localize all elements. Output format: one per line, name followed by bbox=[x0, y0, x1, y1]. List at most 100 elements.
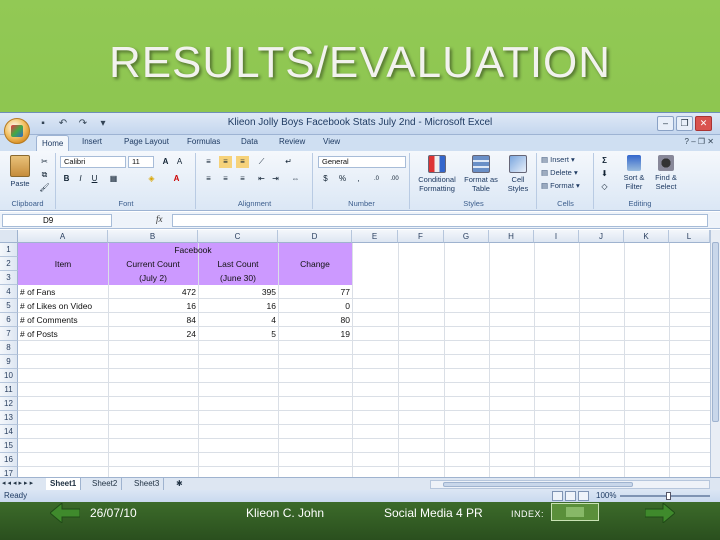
row-header[interactable]: 9 bbox=[0, 355, 18, 369]
tab-formulas[interactable]: Formulas bbox=[187, 137, 220, 146]
table-cell-last[interactable]: 395 bbox=[198, 285, 276, 299]
align-center-icon[interactable]: ≡ bbox=[219, 173, 232, 185]
table-cell-change[interactable]: 77 bbox=[278, 285, 350, 299]
increase-indent-icon[interactable]: ⇥ bbox=[269, 173, 282, 185]
format-cells-button[interactable]: ▤ Format ▾ bbox=[541, 181, 580, 190]
insert-sheet-icon[interactable]: ✱ bbox=[172, 478, 187, 490]
column-header[interactable]: A bbox=[18, 230, 108, 243]
table-cell-item[interactable]: # of Comments bbox=[20, 313, 108, 327]
column-header[interactable]: L bbox=[669, 230, 710, 243]
zoom-slider-knob[interactable] bbox=[666, 492, 671, 500]
spreadsheet-grid[interactable]: A B C D E F G H I J K L 1 2 3 4 5 6 7 8 … bbox=[0, 230, 710, 477]
normal-view-icon[interactable] bbox=[552, 491, 563, 501]
font-color-icon[interactable]: A bbox=[170, 173, 183, 185]
font-family-select[interactable]: Calibri bbox=[60, 156, 126, 168]
row-header[interactable]: 5 bbox=[0, 299, 18, 313]
table-cell-change[interactable]: 80 bbox=[278, 313, 350, 327]
fill-icon[interactable]: ⬇ bbox=[598, 168, 611, 180]
table-cell-last[interactable]: 5 bbox=[198, 327, 276, 341]
tab-view[interactable]: View bbox=[323, 137, 340, 146]
sheet-nav-arrows-icon[interactable]: ◂◂◂▸▸▸ bbox=[2, 479, 35, 487]
increase-decimal-icon[interactable]: .0 bbox=[370, 173, 383, 185]
format-painter-icon[interactable]: 🖌 bbox=[38, 182, 51, 194]
back-arrow-icon[interactable] bbox=[50, 503, 80, 523]
sort-filter-button[interactable]: Sort & Filter bbox=[619, 155, 649, 191]
row-header[interactable]: 12 bbox=[0, 397, 18, 411]
paste-button[interactable]: Paste bbox=[6, 155, 34, 188]
percent-icon[interactable]: % bbox=[336, 173, 349, 185]
tab-insert[interactable]: Insert bbox=[82, 137, 102, 146]
select-all-corner[interactable] bbox=[0, 230, 18, 243]
forward-arrow-icon[interactable] bbox=[645, 503, 675, 523]
insert-cells-button[interactable]: ▤ Insert ▾ bbox=[541, 155, 575, 164]
column-header[interactable]: K bbox=[624, 230, 669, 243]
table-cell-item[interactable]: # of Fans bbox=[20, 285, 108, 299]
horizontal-scrollbar[interactable] bbox=[430, 480, 710, 489]
merge-center-icon[interactable]: ⇔ bbox=[289, 173, 302, 185]
font-size-select[interactable]: 11 bbox=[128, 156, 154, 168]
row-header[interactable]: 13 bbox=[0, 411, 18, 425]
restore-icon[interactable]: ❐ bbox=[676, 116, 693, 131]
table-cell-item[interactable]: # of Posts bbox=[20, 327, 108, 341]
row-header[interactable]: 2 bbox=[0, 257, 18, 271]
row-header[interactable]: 15 bbox=[0, 439, 18, 453]
column-header[interactable]: J bbox=[579, 230, 624, 243]
column-header[interactable]: E bbox=[352, 230, 398, 243]
column-header[interactable]: C bbox=[198, 230, 278, 243]
scroll-thumb[interactable] bbox=[443, 482, 633, 487]
table-cell-change[interactable]: 0 bbox=[278, 299, 350, 313]
table-cell-current[interactable]: 472 bbox=[108, 285, 196, 299]
row-header[interactable]: 6 bbox=[0, 313, 18, 327]
row-header[interactable]: 17 bbox=[0, 467, 18, 477]
italic-icon[interactable]: I bbox=[74, 173, 87, 185]
insert-function-icon[interactable]: fx bbox=[156, 214, 163, 224]
zoom-level[interactable]: 100% bbox=[596, 491, 616, 500]
format-as-table-button[interactable]: Format as Table bbox=[463, 155, 499, 193]
tab-page-layout[interactable]: Page Layout bbox=[124, 137, 169, 146]
column-header[interactable]: H bbox=[489, 230, 534, 243]
orientation-icon[interactable]: ⟋ bbox=[255, 156, 268, 168]
delete-cells-button[interactable]: ▤ Delete ▾ bbox=[541, 168, 578, 177]
row-header[interactable]: 14 bbox=[0, 425, 18, 439]
column-header[interactable]: B bbox=[108, 230, 198, 243]
row-header[interactable]: 11 bbox=[0, 383, 18, 397]
row-header[interactable]: 16 bbox=[0, 453, 18, 467]
column-header[interactable]: I bbox=[534, 230, 579, 243]
conditional-formatting-button[interactable]: Conditional Formatting bbox=[413, 155, 461, 193]
align-right-icon[interactable]: ≡ bbox=[236, 173, 249, 185]
find-select-button[interactable]: Find & Select bbox=[650, 155, 682, 191]
office-button[interactable] bbox=[4, 118, 30, 144]
table-cell-current[interactable]: 84 bbox=[108, 313, 196, 327]
copy-icon[interactable]: ⧉ bbox=[38, 169, 51, 181]
column-header[interactable]: G bbox=[444, 230, 489, 243]
currency-icon[interactable]: $ bbox=[319, 173, 332, 185]
row-header[interactable]: 4 bbox=[0, 285, 18, 299]
ribbon-window-controls[interactable]: ? – ❐ ✕ bbox=[685, 137, 714, 146]
table-cell-item[interactable]: # of Likes on Video bbox=[20, 299, 108, 313]
name-box[interactable]: D9 bbox=[2, 214, 112, 227]
row-header[interactable]: 3 bbox=[0, 271, 18, 285]
minimize-icon[interactable]: – bbox=[657, 116, 674, 131]
fill-color-icon[interactable]: ◈ bbox=[145, 173, 158, 185]
grow-font-icon[interactable]: A bbox=[159, 156, 172, 168]
wrap-text-icon[interactable]: ↵ bbox=[282, 156, 295, 168]
column-header[interactable]: D bbox=[278, 230, 352, 243]
decrease-decimal-icon[interactable]: .00 bbox=[388, 173, 401, 185]
table-cell-change[interactable]: 19 bbox=[278, 327, 350, 341]
scroll-thumb[interactable] bbox=[712, 242, 719, 422]
zoom-slider[interactable] bbox=[620, 495, 710, 497]
shrink-font-icon[interactable]: A bbox=[173, 156, 186, 168]
sheet-tab-3[interactable]: Sheet3 bbox=[130, 478, 165, 490]
close-icon[interactable]: ✕ bbox=[695, 116, 712, 131]
tab-home[interactable]: Home bbox=[36, 135, 70, 152]
align-top-icon[interactable]: ≡ bbox=[202, 156, 215, 168]
cell-styles-button[interactable]: Cell Styles bbox=[501, 155, 535, 193]
tab-review[interactable]: Review bbox=[279, 137, 305, 146]
page-layout-view-icon[interactable] bbox=[565, 491, 576, 501]
autosum-icon[interactable]: Σ bbox=[598, 155, 611, 167]
vertical-scrollbar[interactable] bbox=[710, 230, 720, 477]
index-button[interactable] bbox=[551, 503, 599, 521]
row-header[interactable]: 10 bbox=[0, 369, 18, 383]
cut-icon[interactable]: ✂ bbox=[38, 156, 51, 168]
formula-input[interactable] bbox=[172, 214, 708, 227]
